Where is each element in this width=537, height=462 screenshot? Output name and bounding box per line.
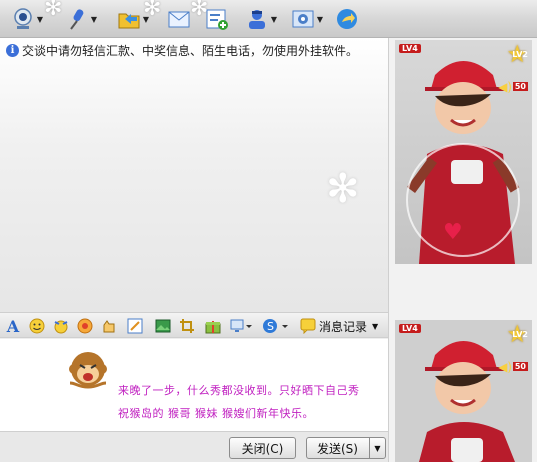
message-record-label: 消息记录 bbox=[319, 319, 368, 334]
message-input[interactable]: 来晚了一步，什么秀都没收到。只好晒下自己秀 祝猴岛的 猴哥 猴妹 猴嫂们新年快乐… bbox=[0, 339, 388, 431]
notice-text: 交谈中请勿轻信汇款、中奖信息、陌生电话，勿使用外挂软件。 bbox=[22, 43, 359, 58]
send-button[interactable]: 发送(S) ▼ bbox=[306, 437, 386, 459]
chevron-down-icon: ▼ bbox=[372, 321, 379, 331]
font-button[interactable]: A bbox=[4, 317, 22, 336]
chevron-down-icon[interactable]: ▼ bbox=[316, 15, 324, 24]
monkey-emoticon-icon bbox=[69, 352, 107, 389]
main-toolbar: ✻ ✻ ✻ ▼ ▼ ▼ ▼ ▼ bbox=[0, 0, 537, 38]
settings-icon bbox=[290, 6, 316, 32]
webcam-icon bbox=[10, 6, 36, 32]
chat-window: ✻ ✻ ✻ ▼ ▼ ▼ ▼ ▼ ✻ i 交谈中请勿轻信汇款、中奖信息、陌生电话，… bbox=[0, 0, 537, 462]
add-contact-button[interactable] bbox=[204, 4, 230, 34]
contact-avatar-show[interactable]: LV4 ★ LV2 ◀) 50 ♥ bbox=[395, 40, 532, 264]
chevron-down-icon[interactable]: ▼ bbox=[142, 15, 150, 24]
magic-expression-icon[interactable] bbox=[76, 317, 94, 335]
message-line-1: 来晚了一步，什么秀都没收到。只好晒下自己秀 bbox=[118, 384, 360, 397]
contact-info-button[interactable]: ▼ bbox=[244, 4, 278, 34]
format-toolbar: A S 消息记录 ▼ bbox=[0, 312, 388, 338]
share-icon bbox=[334, 6, 360, 32]
share-button[interactable] bbox=[334, 4, 360, 34]
my-avatar-show[interactable]: LV4 ★ LV2 ◀) 50 bbox=[395, 320, 532, 462]
avatar-panel: LV4 ★ LV2 ◀) 50 ♥ LV4 ★ LV2 ◀) 50 bbox=[388, 38, 537, 462]
message-line-2: 祝猴岛的 猴哥 猴妹 猴嫂们新年快乐。 bbox=[118, 407, 314, 420]
heart-icon: ♥ bbox=[443, 220, 463, 245]
close-button[interactable]: 关闭(C) bbox=[229, 437, 296, 459]
microphone-icon bbox=[64, 6, 90, 32]
bottom-bar: 关闭(C) 发送(S) ▼ bbox=[0, 431, 388, 462]
payment-icon[interactable]: S bbox=[262, 317, 292, 335]
level-badge: LV4 bbox=[399, 324, 421, 333]
snowflake-icon: ✻ bbox=[326, 166, 360, 212]
video-call-button[interactable]: ▼ bbox=[10, 4, 44, 34]
level2-badge: LV2 bbox=[512, 330, 528, 339]
chevron-down-icon[interactable]: ▼ bbox=[36, 15, 44, 24]
user-card-icon bbox=[244, 6, 270, 32]
count-badge: 50 bbox=[512, 362, 528, 371]
image-icon[interactable] bbox=[154, 317, 172, 335]
chevron-down-icon[interactable]: ▼ bbox=[369, 438, 385, 458]
snowflake-icon: ✻ bbox=[44, 0, 63, 21]
mail-icon bbox=[166, 6, 192, 32]
add-icon bbox=[204, 6, 230, 32]
count-badge: 50 bbox=[512, 82, 528, 91]
avatar-photo bbox=[395, 40, 532, 264]
security-notice: i 交谈中请勿轻信汇款、中奖信息、陌生电话，勿使用外挂软件。 bbox=[6, 42, 386, 58]
info-icon: i bbox=[6, 43, 19, 57]
emoji-icon[interactable] bbox=[28, 317, 46, 335]
voice-call-button[interactable]: ▼ bbox=[64, 4, 98, 34]
doodle-icon[interactable] bbox=[126, 317, 144, 335]
chat-history[interactable]: ✻ bbox=[0, 38, 388, 312]
nudge-icon[interactable] bbox=[100, 317, 118, 335]
svg-text:S: S bbox=[267, 320, 274, 333]
app-settings-button[interactable]: ▼ bbox=[290, 4, 324, 34]
speaker-icon: ◀) bbox=[498, 80, 512, 94]
send-file-button[interactable]: ▼ bbox=[116, 4, 150, 34]
fun-face-icon[interactable] bbox=[52, 317, 70, 335]
message-record-icon bbox=[300, 318, 316, 334]
speaker-icon: ◀) bbox=[498, 360, 512, 374]
send-mail-button[interactable] bbox=[166, 4, 192, 34]
level2-badge: LV2 bbox=[512, 50, 528, 59]
screen-share-icon[interactable] bbox=[230, 317, 252, 335]
level-badge: LV4 bbox=[399, 44, 421, 53]
folder-icon bbox=[116, 6, 142, 32]
gift-icon[interactable] bbox=[204, 317, 222, 335]
message-record-button[interactable]: 消息记录 ▼ bbox=[300, 316, 378, 336]
send-label: 发送(S) bbox=[317, 441, 358, 456]
screenshot-icon[interactable] bbox=[178, 317, 196, 335]
chevron-down-icon[interactable]: ▼ bbox=[90, 15, 98, 24]
chevron-down-icon[interactable]: ▼ bbox=[270, 15, 278, 24]
